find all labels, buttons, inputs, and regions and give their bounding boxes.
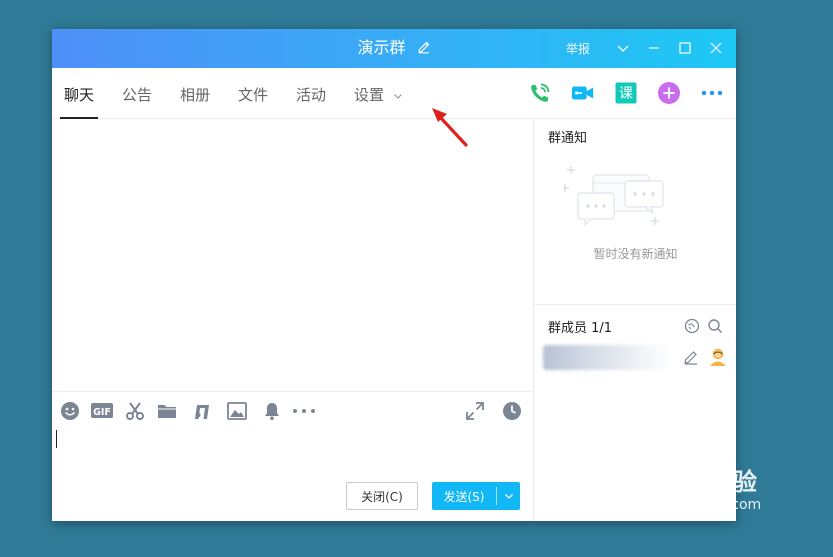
tab-album[interactable]: 相册 xyxy=(180,85,210,119)
history-icon[interactable] xyxy=(502,401,522,421)
folder-icon[interactable] xyxy=(157,401,177,421)
baidu-watermark: Baidu经验 jingyan.baidu.com xyxy=(632,462,761,513)
expand-icon[interactable] xyxy=(465,401,485,421)
class-icon[interactable]: 课 xyxy=(614,81,638,105)
group-members-title: 群成员 1/1 xyxy=(548,321,613,336)
tab-activity-label: 活动 xyxy=(296,86,327,104)
tab-announcement[interactable]: 公告 xyxy=(122,85,152,119)
close-button[interactable]: 关闭(C) xyxy=(346,482,418,510)
tab-files[interactable]: 文件 xyxy=(238,85,268,119)
close-icon[interactable] xyxy=(706,38,726,58)
image-icon[interactable] xyxy=(227,401,247,421)
search-member-icon[interactable] xyxy=(707,318,723,334)
tab-chat-label: 聊天 xyxy=(64,86,95,104)
report-link[interactable]: 举报 xyxy=(566,40,590,57)
chevron-down-icon[interactable] xyxy=(613,38,633,58)
more-icon[interactable] xyxy=(292,401,316,421)
add-app-icon[interactable] xyxy=(657,81,681,105)
gif-icon[interactable]: GIF xyxy=(91,401,113,421)
music-icon[interactable] xyxy=(192,401,212,421)
group-owner-icon xyxy=(708,347,728,367)
edit-member-icon[interactable] xyxy=(683,349,699,365)
minimize-icon[interactable] xyxy=(644,38,664,58)
phone-call-icon[interactable] xyxy=(528,81,552,105)
tab-announcement-label: 公告 xyxy=(122,86,153,104)
tab-activity[interactable]: 活动 xyxy=(296,85,326,119)
title-bar: 演示群 举报 xyxy=(52,29,736,68)
gif-icon-label: GIF xyxy=(93,407,111,418)
group-chat-window: 演示群 举报 聊天 公告 相册 文件 活动 设置 课 GIF 关闭(C) 发送(… xyxy=(52,29,736,521)
input-toolbar: GIF xyxy=(52,391,534,429)
tab-bar: 聊天 公告 相册 文件 活动 设置 课 xyxy=(52,68,736,119)
tab-settings[interactable]: 设置 xyxy=(354,85,403,119)
close-button-label: 关闭(C) xyxy=(361,489,403,504)
maximize-icon[interactable] xyxy=(675,38,695,58)
group-notice-title: 群通知 xyxy=(548,131,588,146)
text-cursor xyxy=(56,430,57,448)
invite-member-icon[interactable] xyxy=(684,318,700,334)
empty-notice-text: 暂时没有新通知 xyxy=(593,247,678,261)
tab-album-label: 相册 xyxy=(180,86,211,104)
tab-settings-label: 设置 xyxy=(354,86,385,104)
watermark-url: jingyan.baidu.com xyxy=(632,497,762,513)
window-controls: 举报 xyxy=(566,38,726,58)
more-icon[interactable] xyxy=(700,81,724,105)
send-options-chevron-icon[interactable] xyxy=(497,482,520,510)
member-blurred-name xyxy=(543,345,671,370)
watermark-brand: Baidu经验 xyxy=(632,468,757,496)
class-icon-glyph: 课 xyxy=(619,86,633,102)
empty-notice-illustration-icon xyxy=(561,161,673,240)
member-list-item[interactable] xyxy=(541,345,731,371)
video-call-icon[interactable] xyxy=(571,81,595,105)
chevron-down-icon xyxy=(393,86,403,106)
group-notice-section: 群通知 暂时没有新通知 xyxy=(535,119,736,305)
emoji-icon[interactable] xyxy=(60,401,80,421)
tab-files-label: 文件 xyxy=(238,86,269,104)
send-button-label: 发送(S) xyxy=(443,489,485,504)
message-input[interactable]: 关闭(C) 发送(S) xyxy=(52,429,534,521)
scissors-icon[interactable] xyxy=(125,401,145,421)
group-info-panel: 群通知 暂时没有新通知 群成员 1/1 xyxy=(535,119,736,521)
edit-title-icon[interactable] xyxy=(417,38,431,60)
feature-icons: 课 xyxy=(509,81,724,105)
bell-icon[interactable] xyxy=(262,401,282,421)
window-title: 演示群 xyxy=(357,38,406,57)
tab-chat[interactable]: 聊天 xyxy=(59,85,99,119)
annotation-arrow-icon xyxy=(430,105,472,153)
message-area[interactable] xyxy=(52,119,534,391)
send-button[interactable]: 发送(S) xyxy=(432,482,520,510)
